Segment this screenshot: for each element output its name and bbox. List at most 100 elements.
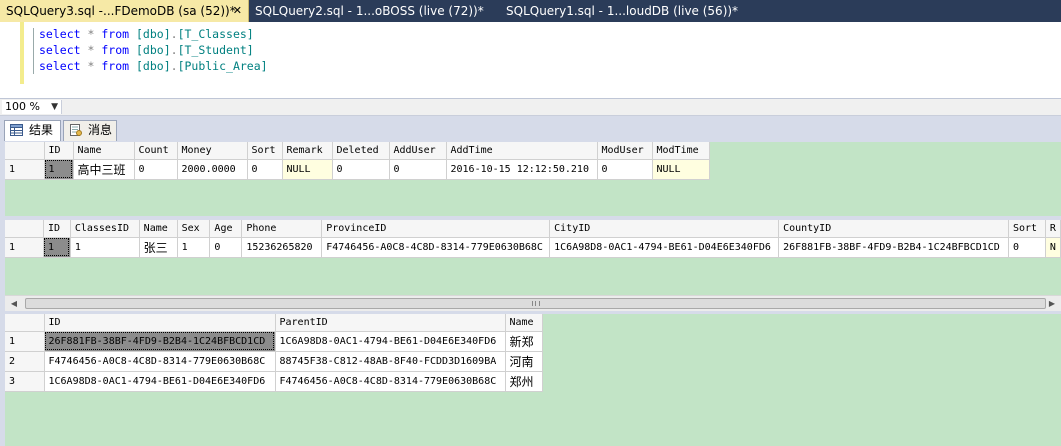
- row-number[interactable]: 2: [5, 351, 45, 372]
- column-header[interactable]: AddUser: [389, 142, 447, 160]
- column-header[interactable]: Count: [134, 142, 178, 160]
- table-cell[interactable]: 1: [70, 237, 140, 258]
- table-cell[interactable]: 1: [177, 237, 211, 258]
- header-row: ID ClassesID Name Sex Age Phone Province…: [5, 220, 1061, 238]
- table-cell[interactable]: 1C6A98D8-0AC1-4794-BE61-D04E6E340FD6: [549, 237, 780, 258]
- keyword-from: from: [101, 27, 130, 41]
- chevron-down-icon[interactable]: ▼: [51, 100, 58, 114]
- table-cell[interactable]: 26F881FB-38BF-4FD9-B2B4-1C24BFBCD1CD: [778, 237, 1009, 258]
- table-cell[interactable]: 2000.0000: [177, 159, 248, 180]
- table-row: 3 1C6A98D8-0AC1-4794-BE61-D04E6E340FD6 F…: [5, 371, 543, 392]
- result-grid-classes[interactable]: ID Name Count Money Sort Remark Deleted …: [5, 142, 1061, 216]
- table-cell[interactable]: NULL: [652, 159, 710, 180]
- table-cell[interactable]: 1: [43, 237, 71, 258]
- zoom-bar: 100 % ▼: [0, 99, 1061, 116]
- table-cell[interactable]: 26F881FB-38BF-4FD9-B2B4-1C24BFBCD1CD: [44, 331, 276, 352]
- table-cell[interactable]: 0: [209, 237, 243, 258]
- horizontal-scrollbar[interactable]: ◀ ▶: [5, 295, 1061, 311]
- table-cell[interactable]: 1C6A98D8-0AC1-4794-BE61-D04E6E340FD6: [275, 331, 506, 352]
- tab-results-label: 结果: [29, 123, 54, 137]
- result-grid-area[interactable]: ID ParentID Name 1 26F881FB-38BF-4FD9-B2…: [5, 314, 1061, 446]
- column-header[interactable]: Deleted: [332, 142, 390, 160]
- row-header-corner[interactable]: [5, 314, 45, 332]
- column-header[interactable]: CountyID: [778, 220, 1009, 238]
- table-cell[interactable]: F4746456-A0C8-4C8D-8314-779E0630B68C: [321, 237, 551, 258]
- column-header[interactable]: ID: [43, 220, 71, 238]
- column-header[interactable]: AddTime: [446, 142, 598, 160]
- column-header[interactable]: CityID: [549, 220, 780, 238]
- header-row: ID Name Count Money Sort Remark Deleted …: [5, 142, 710, 160]
- zoom-select[interactable]: 100 % ▼: [2, 100, 62, 114]
- column-header[interactable]: ClassesID: [70, 220, 140, 238]
- column-header[interactable]: ModTime: [652, 142, 710, 160]
- column-header[interactable]: Name: [139, 220, 178, 238]
- column-header[interactable]: Remark: [282, 142, 333, 160]
- table-cell[interactable]: 河南: [505, 351, 543, 372]
- table-cell[interactable]: 0: [1008, 237, 1046, 258]
- column-header[interactable]: ParentID: [275, 314, 506, 332]
- result-grid-students[interactable]: ID ClassesID Name Sex Age Phone Province…: [5, 220, 1061, 295]
- table-cell[interactable]: 0: [597, 159, 653, 180]
- row-header-corner[interactable]: [5, 142, 45, 160]
- scroll-left-icon[interactable]: ◀: [7, 298, 21, 310]
- schema-name: [dbo]: [136, 27, 171, 41]
- tab-label: SQLQuery2.sql - 1...oBOSS (live (72))*: [255, 4, 484, 18]
- row-header-corner[interactable]: [5, 220, 44, 238]
- table-cell[interactable]: 新郑: [505, 331, 543, 352]
- row-number[interactable]: 1: [5, 331, 45, 352]
- table-cell[interactable]: 88745F38-C812-48AB-8F40-FCDD3D1609BA: [275, 351, 506, 372]
- column-header[interactable]: Money: [177, 142, 248, 160]
- operator-dot: .: [170, 43, 178, 57]
- column-header[interactable]: ID: [44, 314, 276, 332]
- scrollbar-thumb[interactable]: [25, 298, 1046, 309]
- column-header[interactable]: Sex: [177, 220, 211, 238]
- row-number[interactable]: 3: [5, 371, 45, 392]
- tab-results[interactable]: 结果: [4, 120, 61, 141]
- table-cell[interactable]: 2016-10-15 12:12:50.210: [446, 159, 598, 180]
- tab-sqlquery2[interactable]: SQLQuery2.sql - 1...oBOSS (live (72))*: [249, 0, 490, 22]
- code-line-3[interactable]: select * from [dbo].[Public_Area]: [39, 58, 268, 74]
- query-editor[interactable]: select * from [dbo].[T_Classes] select *…: [0, 22, 1061, 99]
- tab-sqlquery1[interactable]: SQLQuery1.sql - 1...loudDB (live (56))*: [500, 0, 744, 22]
- table-cell[interactable]: 张三: [139, 237, 178, 258]
- table-cell[interactable]: 0: [332, 159, 390, 180]
- keyword-from: from: [101, 43, 130, 57]
- schema-name: [dbo]: [136, 59, 171, 73]
- column-header[interactable]: ModUser: [597, 142, 653, 160]
- column-header[interactable]: Name: [73, 142, 135, 160]
- table-cell[interactable]: 郑州: [505, 371, 543, 392]
- column-header[interactable]: Name: [505, 314, 543, 332]
- table-cell[interactable]: 15236265820: [241, 237, 323, 258]
- row-number[interactable]: 1: [5, 159, 45, 180]
- grid-table: ID ParentID Name 1 26F881FB-38BF-4FD9-B2…: [5, 314, 543, 392]
- code-line-1[interactable]: select * from [dbo].[T_Classes]: [39, 26, 254, 42]
- table-cell[interactable]: F4746456-A0C8-4C8D-8314-779E0630B68C: [44, 351, 276, 372]
- row-number[interactable]: 1: [5, 237, 44, 258]
- column-header[interactable]: ID: [44, 142, 74, 160]
- scroll-right-icon[interactable]: ▶: [1045, 298, 1059, 310]
- close-icon[interactable]: ✕: [233, 0, 242, 22]
- table-cell[interactable]: 1: [44, 159, 74, 180]
- table-cell[interactable]: 1C6A98D8-0AC1-4794-BE61-D04E6E340FD6: [44, 371, 276, 392]
- table-cell[interactable]: 0: [389, 159, 447, 180]
- table-cell[interactable]: N: [1045, 237, 1061, 258]
- table-cell[interactable]: 0: [134, 159, 178, 180]
- column-header[interactable]: Sort: [247, 142, 283, 160]
- column-header[interactable]: ProvinceID: [321, 220, 551, 238]
- table-cell[interactable]: 高中三班: [73, 159, 135, 180]
- code-line-2[interactable]: select * from [dbo].[T_Student]: [39, 42, 254, 58]
- table-name: [T_Student]: [177, 43, 254, 57]
- table-cell[interactable]: 0: [247, 159, 283, 180]
- column-header[interactable]: R: [1045, 220, 1061, 238]
- column-header[interactable]: Sort: [1008, 220, 1046, 238]
- table-cell[interactable]: NULL: [282, 159, 333, 180]
- column-header[interactable]: Age: [209, 220, 243, 238]
- tab-messages[interactable]: 消息: [63, 120, 117, 141]
- table-cell[interactable]: F4746456-A0C8-4C8D-8314-779E0630B68C: [275, 371, 506, 392]
- grid-icon: [10, 124, 23, 136]
- column-header[interactable]: Phone: [241, 220, 323, 238]
- table-name: [Public_Area]: [177, 59, 268, 73]
- table-row: 1 26F881FB-38BF-4FD9-B2B4-1C24BFBCD1CD 1…: [5, 331, 543, 352]
- grid-table: ID ClassesID Name Sex Age Phone Province…: [5, 220, 1061, 258]
- tab-sqlquery3[interactable]: SQLQuery3.sql -...FDemoDB (sa (52))* ✕: [0, 0, 249, 22]
